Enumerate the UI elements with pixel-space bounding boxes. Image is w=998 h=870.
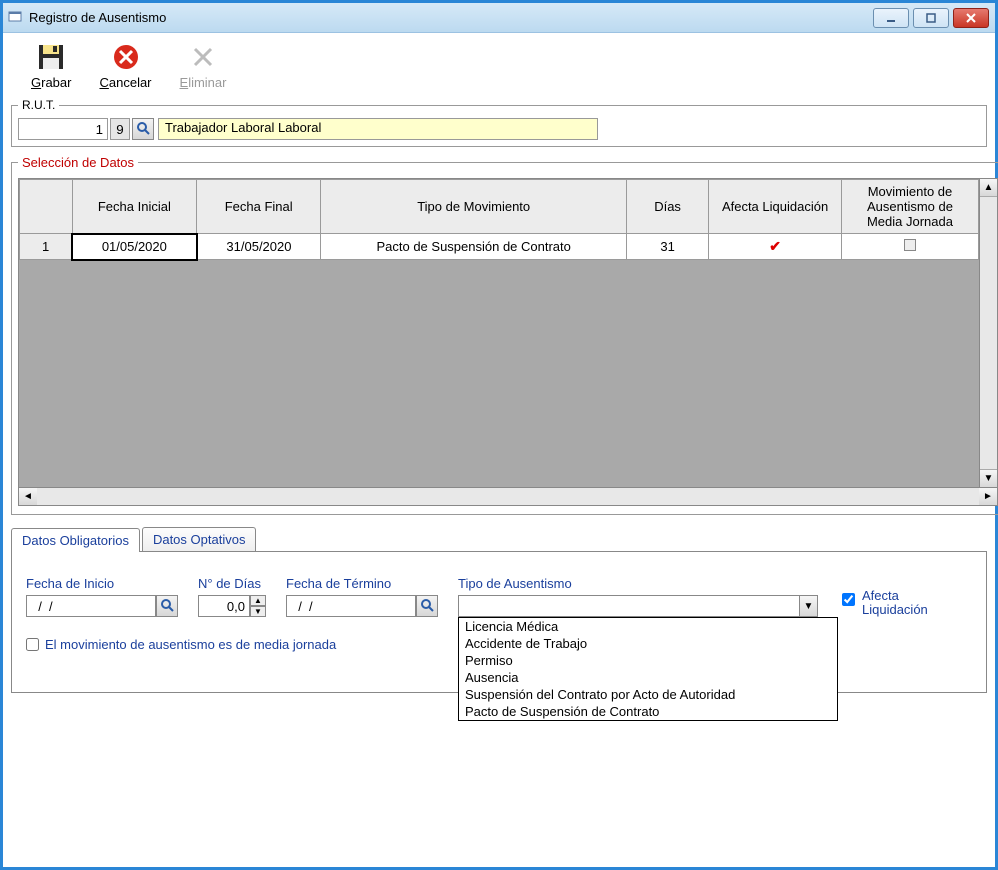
maximize-button[interactable] xyxy=(913,8,949,28)
cell-fecha-final[interactable]: 31/05/2020 xyxy=(197,234,321,260)
row-header-blank xyxy=(20,180,73,234)
rut-search-button[interactable] xyxy=(132,118,154,140)
tipo-ausentismo-options: Licencia Médica Accidente de Trabajo Per… xyxy=(458,617,838,721)
col-afecta[interactable]: Afecta Liquidación xyxy=(709,180,842,234)
cancel-icon xyxy=(110,41,142,73)
dropdown-option[interactable]: Ausencia xyxy=(459,669,837,686)
n-dias-up-button[interactable]: ▲ xyxy=(250,595,266,606)
cell-tipo-mov[interactable]: Pacto de Suspensión de Contrato xyxy=(321,234,627,260)
dropdown-toggle-button[interactable]: ▼ xyxy=(799,596,817,616)
search-icon xyxy=(136,121,150,138)
fecha-inicio-label: Fecha de Inicio xyxy=(26,576,178,591)
search-icon xyxy=(420,598,434,615)
delete-icon xyxy=(187,41,219,73)
vertical-scrollbar[interactable]: ▲ ▼ xyxy=(980,178,998,488)
titlebar: Registro de Ausentismo xyxy=(3,3,995,33)
cancelar-label: Cancelar xyxy=(99,75,151,90)
scroll-down-button[interactable]: ▼ xyxy=(980,469,997,487)
cancelar-button[interactable]: Cancelar xyxy=(99,41,151,90)
seleccion-group: Selección de Datos Fecha Inicial Fecha F xyxy=(11,155,998,515)
toolbar: Grabar Cancelar xyxy=(11,37,987,94)
dropdown-option[interactable]: Accidente de Trabajo xyxy=(459,635,837,652)
scroll-left-button[interactable]: ◄ xyxy=(19,488,37,505)
unchecked-box-icon xyxy=(904,239,916,251)
col-mov-media[interactable]: Movimiento de Ausentismo de Media Jornad… xyxy=(841,180,978,234)
close-button[interactable] xyxy=(953,8,989,28)
grabar-button[interactable]: Grabar xyxy=(31,41,71,90)
horizontal-scrollbar[interactable]: ◄ ► xyxy=(18,488,998,506)
fecha-termino-picker-button[interactable] xyxy=(416,595,438,617)
col-dias[interactable]: Días xyxy=(626,180,708,234)
search-icon xyxy=(160,598,174,615)
grabar-label: Grabar xyxy=(31,75,71,90)
eliminar-button: Eliminar xyxy=(180,41,227,90)
field-afecta-liquidacion: AfectaLiquidación xyxy=(838,589,928,617)
scroll-right-button[interactable]: ► xyxy=(979,488,997,505)
minimize-button[interactable] xyxy=(873,8,909,28)
grid-header-row: Fecha Inicial Fecha Final Tipo de Movimi… xyxy=(20,180,979,234)
app-icon xyxy=(7,10,23,26)
field-n-dias: N° de Días ▲ ▼ xyxy=(198,576,266,617)
dropdown-option[interactable]: Pacto de Suspensión de Contrato xyxy=(459,703,837,720)
content-area: Grabar Cancelar xyxy=(3,33,995,701)
eliminar-label: Eliminar xyxy=(180,75,227,90)
check-icon: ✔ xyxy=(769,238,781,254)
col-tipo-mov[interactable]: Tipo de Movimiento xyxy=(321,180,627,234)
table-row[interactable]: 1 01/05/2020 31/05/2020 Pacto de Suspens… xyxy=(20,234,979,260)
window-controls xyxy=(873,8,989,28)
tabbar: Datos Obligatorios Datos Optativos xyxy=(11,527,987,552)
dropdown-option[interactable]: Permiso xyxy=(459,652,837,669)
cell-dias[interactable]: 31 xyxy=(626,234,708,260)
tab-datos-obligatorios[interactable]: Datos Obligatorios xyxy=(11,528,140,552)
rut-group: R.U.T. Trabajador Laboral Laboral xyxy=(11,98,987,147)
dropdown-option[interactable]: Suspensión del Contrato por Acto de Auto… xyxy=(459,686,837,703)
afecta-label: AfectaLiquidación xyxy=(862,589,928,617)
cell-fecha-inicial[interactable]: 01/05/2020 xyxy=(72,234,196,260)
tab-panel-obligatorios: Fecha de Inicio N° de Días ▲ ▼ xyxy=(11,552,987,693)
dropdown-option[interactable]: Licencia Médica xyxy=(459,618,837,635)
row-number: 1 xyxy=(20,234,73,260)
fecha-inicio-picker-button[interactable] xyxy=(156,595,178,617)
tipo-ausentismo-input[interactable] xyxy=(458,595,818,617)
tab-datos-optativos[interactable]: Datos Optativos xyxy=(142,527,257,551)
n-dias-down-button[interactable]: ▼ xyxy=(250,606,266,617)
n-dias-label: N° de Días xyxy=(198,576,266,591)
rut-number-input[interactable] xyxy=(18,118,108,140)
media-jornada-checkbox[interactable] xyxy=(26,638,39,651)
field-fecha-termino: Fecha de Término xyxy=(286,576,438,617)
worker-name-display: Trabajador Laboral Laboral xyxy=(158,118,598,140)
grid-table: Fecha Inicial Fecha Final Tipo de Movimi… xyxy=(19,179,979,261)
tipo-ausentismo-label: Tipo de Ausentismo xyxy=(458,576,818,591)
rut-digit-input[interactable] xyxy=(110,118,130,140)
media-jornada-label: El movimiento de ausentismo es de media … xyxy=(45,637,336,652)
seleccion-legend: Selección de Datos xyxy=(18,155,138,170)
window-title: Registro de Ausentismo xyxy=(29,10,166,25)
field-tipo-ausentismo: Tipo de Ausentismo ▼ Licencia Médica Acc… xyxy=(458,576,818,617)
cell-afecta[interactable]: ✔ xyxy=(709,234,842,260)
fecha-inicio-input[interactable] xyxy=(26,595,156,617)
col-fecha-final[interactable]: Fecha Final xyxy=(197,180,321,234)
tipo-ausentismo-dropdown[interactable]: ▼ Licencia Médica Accidente de Trabajo P… xyxy=(458,595,818,617)
field-fecha-inicio: Fecha de Inicio xyxy=(26,576,178,617)
fecha-termino-input[interactable] xyxy=(286,595,416,617)
app-window: Registro de Ausentismo xyxy=(0,0,998,870)
save-icon xyxy=(35,41,67,73)
fecha-termino-label: Fecha de Término xyxy=(286,576,438,591)
col-fecha-inicial[interactable]: Fecha Inicial xyxy=(72,180,196,234)
n-dias-input[interactable] xyxy=(198,595,250,617)
data-grid[interactable]: Fecha Inicial Fecha Final Tipo de Movimi… xyxy=(18,178,998,488)
rut-legend: R.U.T. xyxy=(18,98,59,112)
afecta-checkbox[interactable] xyxy=(842,593,855,606)
cell-media[interactable] xyxy=(841,234,978,260)
scroll-up-button[interactable]: ▲ xyxy=(980,179,997,197)
